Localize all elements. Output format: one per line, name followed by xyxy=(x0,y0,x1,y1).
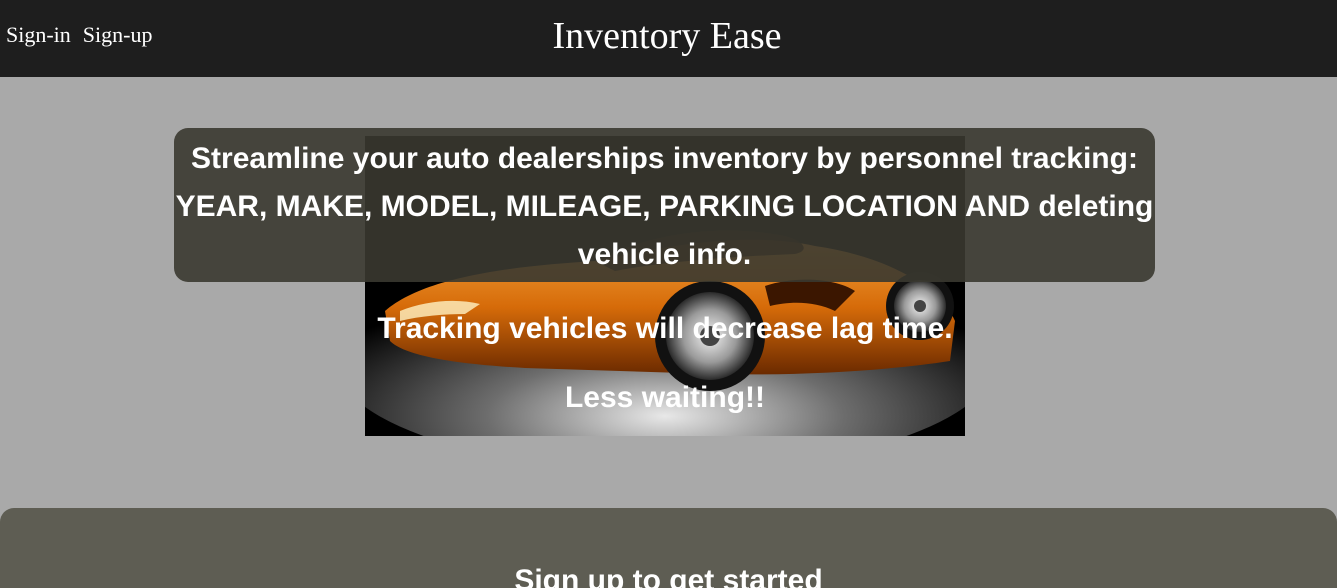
top-bar: Sign-in Sign-up Inventory Ease xyxy=(0,0,1337,77)
app-title: Inventory Ease xyxy=(552,15,782,57)
hero-subtext: Tracking vehicles will decrease lag time… xyxy=(377,312,953,345)
bottom-heading: Sign up to get started xyxy=(514,564,823,588)
bottom-section: Sign up to get started xyxy=(0,508,1337,588)
hero-headline: Streamline your auto dealerships invento… xyxy=(175,142,1154,271)
hero-tagline: Less waiting!! xyxy=(564,381,766,414)
